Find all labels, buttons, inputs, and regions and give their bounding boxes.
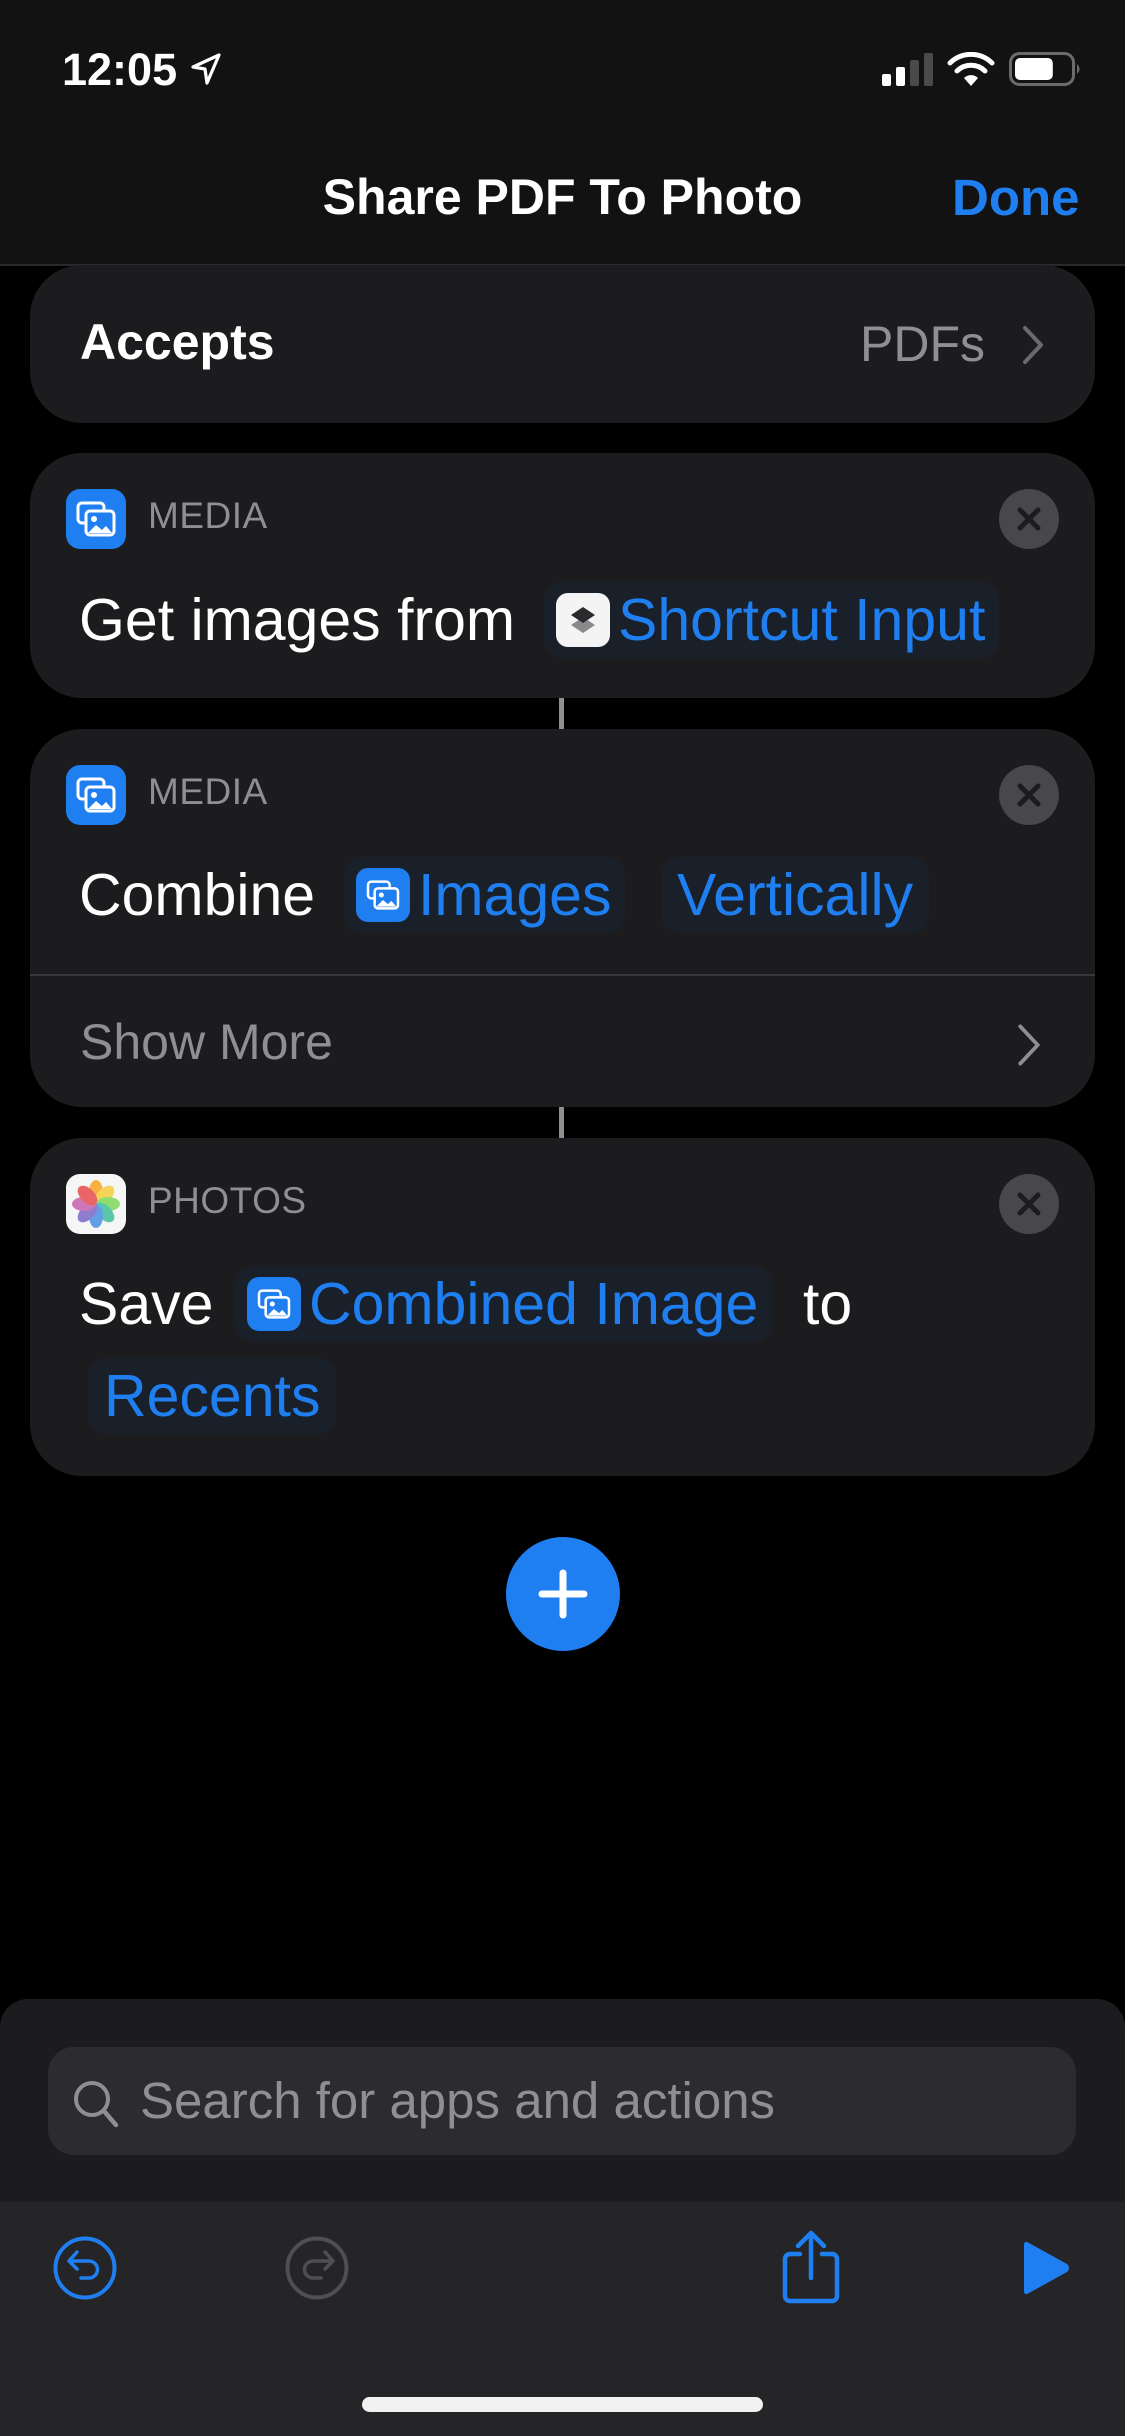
media-images-icon (247, 1277, 301, 1331)
token-label: Vertically (677, 862, 914, 928)
action-connector (559, 698, 564, 729)
shortcuts-icon (556, 593, 610, 647)
signal-strength-icon (882, 53, 933, 86)
home-indicator[interactable] (362, 2397, 763, 2412)
show-more-button[interactable]: Show More (80, 1013, 333, 1071)
wifi-icon (947, 52, 995, 86)
redo-icon[interactable] (285, 2236, 349, 2300)
remove-action-button[interactable] (999, 489, 1059, 549)
close-icon (1017, 1192, 1041, 1216)
token-label: Images (418, 862, 612, 928)
accepts-value: PDFs (860, 316, 985, 372)
token-label: Recents (104, 1363, 321, 1429)
images-token[interactable]: Images (344, 857, 626, 933)
done-button[interactable]: Done (952, 168, 1080, 227)
add-action-button[interactable] (506, 1537, 620, 1651)
chevron-right-icon (1023, 326, 1043, 364)
media-images-icon (66, 489, 126, 549)
search-input[interactable]: Search for apps and actions (48, 2047, 1076, 2155)
media-images-icon (356, 868, 410, 922)
remove-action-button[interactable] (999, 1174, 1059, 1234)
signal-bar (910, 60, 919, 86)
plus-icon (538, 1569, 588, 1619)
play-icon[interactable] (1020, 2240, 1072, 2296)
close-icon (1017, 507, 1041, 531)
location-arrow-icon (191, 53, 221, 85)
media-images-icon (66, 765, 126, 825)
action-text: Get images from (79, 587, 516, 653)
navigation-bar: 12:05 Share PDF To Photo Done (0, 0, 1125, 266)
accepts-label: Accepts (80, 314, 275, 370)
combined-image-token[interactable]: Combined Image (235, 1266, 773, 1342)
remove-action-button[interactable] (999, 765, 1059, 825)
accepts-row[interactable]: Accepts PDFs (30, 265, 1095, 423)
battery-icon (1009, 52, 1080, 86)
action-category: MEDIA (148, 495, 268, 536)
close-icon (1017, 783, 1041, 807)
undo-icon[interactable] (53, 2236, 117, 2300)
action-card-combine-images[interactable]: MEDIA Combine Images Vertically Show Mor… (30, 729, 1095, 1107)
action-connector (559, 1107, 564, 1138)
chevron-right-icon (1018, 1024, 1040, 1066)
action-category: PHOTOS (148, 1180, 307, 1221)
search-icon (74, 2081, 119, 2128)
action-category: MEDIA (148, 771, 268, 812)
token-label: Shortcut Input (618, 587, 986, 653)
vertically-token[interactable]: Vertically (661, 857, 930, 933)
shortcut-input-token[interactable]: Shortcut Input (544, 582, 1000, 658)
search-placeholder: Search for apps and actions (140, 2072, 776, 2129)
share-icon[interactable] (782, 2230, 840, 2304)
action-text: Save (79, 1271, 214, 1337)
recents-token[interactable]: Recents (88, 1358, 337, 1434)
action-search-sheet: Search for apps and actions (0, 1999, 1125, 2203)
signal-bar (896, 67, 905, 86)
battery-fill (1015, 58, 1053, 80)
divider (30, 974, 1095, 976)
action-text: Combine (79, 862, 316, 928)
signal-bar (882, 74, 891, 86)
action-card-get-images[interactable]: MEDIA Get images from Shortcut Input (30, 453, 1095, 698)
photos-app-icon (66, 1174, 126, 1234)
action-card-save-to-photos[interactable]: PHOTOS Save Combined Image to Recents (30, 1138, 1095, 1476)
token-label: Combined Image (309, 1271, 759, 1337)
action-text: to (803, 1271, 853, 1337)
status-time: 12:05 (62, 44, 178, 95)
signal-bar (924, 53, 933, 86)
